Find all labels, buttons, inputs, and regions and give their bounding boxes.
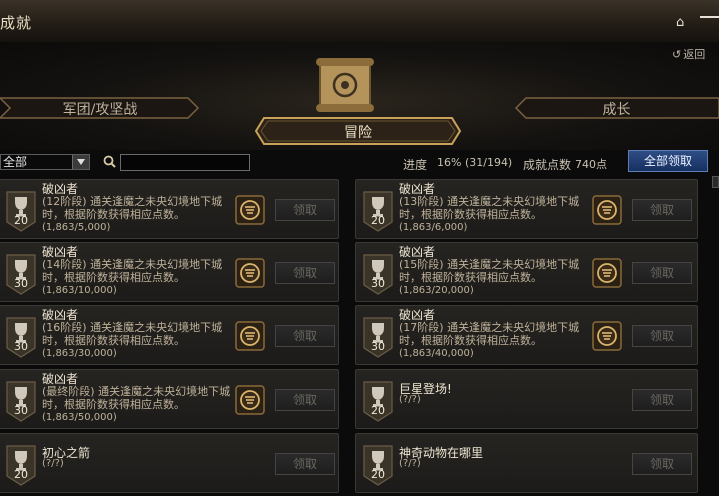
achievement-card: 20 初心之箭 (?/?) 领取 (0, 433, 339, 493)
achievement-points: 30 (14, 404, 28, 417)
achievement-progress: (1,863/5,000) (42, 222, 111, 233)
achievement-progress: (1,863/30,000) (42, 348, 117, 359)
reward-emblem-icon[interactable] (592, 321, 622, 351)
achievement-card: 20 破凶者 (13阶段) 通关逢魔之未央幻境地下城时，根据阶数获得相应点数。 (1,… (355, 179, 698, 239)
claim-button[interactable]: 领取 (632, 325, 692, 347)
progress-label: 进度 (403, 158, 428, 172)
achievement-progress: (1,863/50,000) (42, 412, 117, 423)
claim-button[interactable]: 领取 (275, 199, 335, 221)
achievement-points: 30 (371, 340, 385, 353)
tab-growth[interactable]: 成长 (514, 96, 719, 120)
tab-legion-label: 军团/攻坚战 (62, 102, 138, 118)
achievement-card: 20 巨星登场! (?/?) 领取 (355, 369, 698, 429)
reward-emblem-icon[interactable] (235, 321, 265, 351)
back-link[interactable]: ↺ 返回 (672, 46, 705, 62)
achievement-description: (17阶段) 通关逢魔之未央幻境地下城时，根据阶数获得相应点数。 (399, 321, 580, 347)
window-title: 成就 (0, 14, 33, 32)
claim-all-button[interactable]: 全部领取 (628, 150, 708, 172)
category-dropdown[interactable]: 全部 (0, 154, 90, 170)
achievement-progress: (?/?) (399, 394, 421, 405)
category-dropdown-value: 全部 (3, 155, 28, 169)
search-input[interactable] (120, 154, 250, 171)
claim-button[interactable]: 领取 (632, 453, 692, 475)
back-label: 返回 (683, 48, 706, 61)
achievement-description: (12阶段) 通关逢魔之未央幻境地下城时，根据阶数获得相应点数。 (42, 195, 223, 221)
achievement-card: 30 破凶者 (最终阶段) 通关逢魔之未央幻境地下城时，根据阶数获得相应点数。 (1,… (0, 369, 339, 429)
close-icon[interactable] (700, 16, 719, 18)
reward-emblem-icon[interactable] (235, 385, 265, 415)
achievement-description: (14阶段) 通关逢魔之未央幻境地下城时，根据阶数获得相应点数。 (42, 258, 223, 284)
achievement-card: 30 破凶者 (16阶段) 通关逢魔之未央幻境地下城时，根据阶数获得相应点数。 (1,… (0, 305, 339, 365)
claim-button[interactable]: 领取 (275, 389, 335, 411)
achievement-progress: (1,863/10,000) (42, 285, 117, 296)
achievement-points: 20 (14, 214, 28, 227)
achievement-points: 20 (371, 214, 385, 227)
achievement-description: (13阶段) 通关逢魔之未央幻境地下城时，根据阶数获得相应点数。 (399, 195, 580, 221)
achievement-points: 30 (371, 277, 385, 290)
achievement-card: 20 破凶者 (12阶段) 通关逢魔之未央幻境地下城时，根据阶数获得相应点数。 (1,… (0, 179, 339, 239)
back-arrow-icon: ↺ (672, 48, 682, 61)
category-header: ↺ 返回 军团/攻坚战 成长 冒险 (0, 42, 719, 150)
title-bar: 成就 ⌂ (0, 0, 719, 43)
achievement-description: (16阶段) 通关逢魔之未央幻境地下城时，根据阶数获得相应点数。 (42, 321, 223, 347)
achievement-progress: (1,863/20,000) (399, 285, 474, 296)
achievement-points: 20 (371, 468, 385, 481)
achievement-progress: (1,863/40,000) (399, 348, 474, 359)
claim-button[interactable]: 领取 (275, 325, 335, 347)
tab-adventure-label: 冒险 (344, 125, 372, 141)
achievement-points: 30 (14, 340, 28, 353)
achievement-points: 20 (371, 404, 385, 417)
reward-emblem-icon[interactable] (235, 258, 265, 288)
chevron-down-icon[interactable] (72, 155, 89, 169)
tab-growth-label: 成长 (602, 102, 631, 118)
achievement-card: 20 神奇动物在哪里 (?/?) 领取 (355, 433, 698, 493)
achievement-card: 30 破凶者 (17阶段) 通关逢魔之未央幻境地下城时，根据阶数获得相应点数。 (1,… (355, 305, 698, 365)
achievement-progress: (?/?) (42, 458, 64, 469)
reward-emblem-icon[interactable] (235, 195, 265, 225)
achievement-progress: (?/?) (399, 458, 421, 469)
achievement-card: 30 破凶者 (14阶段) 通关逢魔之未央幻境地下城时，根据阶数获得相应点数。 (1,… (0, 242, 339, 302)
claim-button[interactable]: 领取 (275, 262, 335, 284)
achievement-description: (15阶段) 通关逢魔之未央幻境地下城时，根据阶数获得相应点数。 (399, 258, 580, 284)
achievement-points: 20 (14, 468, 28, 481)
points-label: 成就点数 (523, 158, 572, 172)
claim-button[interactable]: 领取 (275, 453, 335, 475)
claim-button[interactable]: 领取 (632, 199, 692, 221)
achievement-progress: (1,863/6,000) (399, 222, 468, 233)
scroll-emblem-icon (316, 58, 374, 112)
claim-button[interactable]: 领取 (632, 262, 692, 284)
points-value: 740点 (575, 158, 607, 171)
tab-legion[interactable]: 军团/攻坚战 (0, 96, 200, 120)
search-icon (103, 155, 116, 168)
achievement-card: 30 破凶者 (15阶段) 通关逢魔之未央幻境地下城时，根据阶数获得相应点数。 (1,… (355, 242, 698, 302)
progress-value: 16% (31/194) (437, 156, 513, 169)
home-icon[interactable]: ⌂ (676, 16, 690, 30)
reward-emblem-icon[interactable] (592, 195, 622, 225)
tab-adventure[interactable]: 冒险 (254, 116, 462, 146)
reward-emblem-icon[interactable] (592, 258, 622, 288)
achievement-points: 30 (14, 277, 28, 290)
achievement-description: (最终阶段) 通关逢魔之未央幻境地下城时，根据阶数获得相应点数。 (42, 385, 231, 411)
claim-button[interactable]: 领取 (632, 389, 692, 411)
scrollbar[interactable] (712, 176, 719, 188)
